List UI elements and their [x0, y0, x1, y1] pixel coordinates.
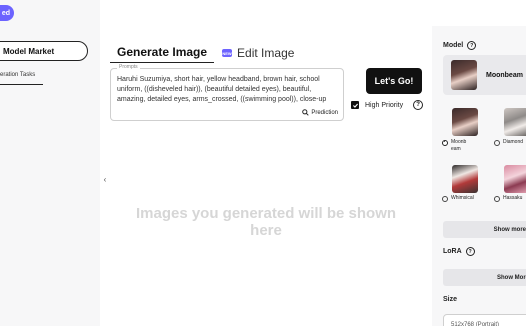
tab-edit-image-label: Edit Image — [237, 46, 295, 60]
model-section-header: Model ? — [443, 41, 477, 50]
model-option-image[interactable] — [452, 165, 478, 193]
selected-model-name: Moonbeam — [486, 71, 523, 79]
model-option[interactable]: Diamond — [494, 139, 523, 146]
settings-panel: Model ? Moonbeam Moonbeam Diamond Whimsi… — [432, 0, 526, 326]
question-help-icon[interactable]: ? — [467, 41, 477, 50]
question-help-icon[interactable]: ? — [465, 247, 475, 256]
empty-results-message: Images you generated will be shown here — [135, 205, 397, 239]
lora-section-label: LoRA — [443, 248, 462, 255]
lets-go-button[interactable]: Let's Go! — [366, 68, 422, 94]
tab-generation-tasks[interactable]: eration Tasks — [0, 72, 43, 85]
lora-section-header: LoRA ? — [443, 247, 475, 256]
tab-edit-image[interactable]: NEW Edit Image — [222, 46, 294, 63]
prompt-label: Prompts — [117, 64, 140, 70]
model-thumbnail — [451, 60, 477, 90]
high-priority-label: High Priority — [365, 101, 404, 109]
model-option-label: Hassaku — [503, 195, 523, 201]
mode-tabs: Generate Image NEW Edit Image — [110, 45, 294, 63]
left-sidebar: ed Model Market eration Tasks — [0, 0, 100, 326]
model-option-image[interactable] — [452, 108, 478, 136]
model-market-button[interactable]: Model Market — [0, 41, 88, 61]
model-option[interactable]: Hassaku — [494, 195, 522, 202]
prompt-textarea[interactable]: Prompts Haruhi Suzumiya, short hair, yel… — [110, 64, 344, 121]
high-priority-checkbox[interactable] — [351, 101, 359, 109]
check-icon — [352, 103, 358, 108]
radio-selected[interactable] — [442, 139, 448, 146]
high-priority-row: High Priority ? — [351, 100, 424, 110]
radio-unselected[interactable] — [494, 139, 500, 146]
main-area: ‹ Generate Image NEW Edit Image Prompts … — [100, 0, 432, 326]
prompt-text[interactable]: Haruhi Suzumiya, short hair, yellow head… — [117, 75, 339, 105]
question-help-icon[interactable]: ? — [413, 100, 424, 110]
chevron-left-icon[interactable]: ‹ — [100, 172, 110, 186]
model-option-label: Moonbeam — [451, 139, 467, 152]
radio-unselected[interactable] — [494, 195, 500, 202]
size-select[interactable]: 512x768 (Portrait) — [443, 314, 526, 326]
model-option[interactable]: Whimsical — [442, 195, 474, 202]
model-option[interactable]: Moonbeam — [442, 139, 482, 153]
new-badge: NEW — [222, 49, 233, 57]
radio-unselected[interactable] — [442, 195, 448, 202]
tab-generate-image[interactable]: Generate Image — [110, 45, 215, 63]
model-option-image[interactable] — [504, 165, 526, 193]
model-option-image[interactable] — [504, 108, 526, 136]
show-more-models-button[interactable]: Show more m — [443, 221, 526, 238]
model-option-label: Whimsical — [451, 195, 474, 201]
selected-model-card[interactable]: Moonbeam — [443, 55, 526, 95]
show-more-lora-button[interactable]: Show More — [443, 269, 526, 286]
size-section-label: Size — [443, 296, 458, 303]
prediction-label: Prediction — [311, 109, 338, 116]
header-pill-button[interactable]: ed — [0, 5, 14, 21]
search-icon — [302, 109, 309, 116]
prediction-button[interactable]: Prediction — [302, 109, 338, 116]
model-option-label: Diamond — [503, 139, 524, 145]
panel-header — [432, 0, 526, 26]
model-section-label: Model — [443, 42, 464, 49]
